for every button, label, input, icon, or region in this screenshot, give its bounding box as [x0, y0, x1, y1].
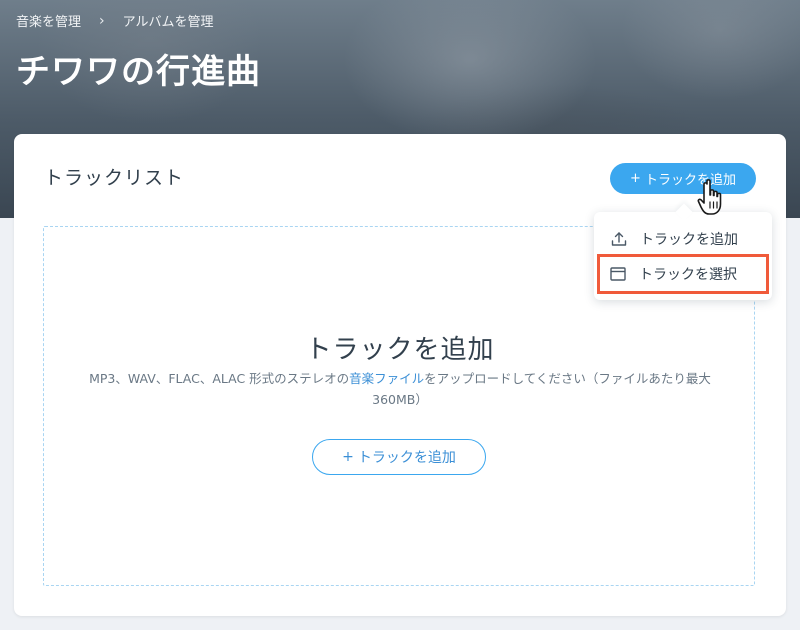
page-title: チワワの行進曲	[16, 52, 261, 92]
music-file-link[interactable]: 音楽ファイル	[349, 371, 424, 386]
drop-zone-desc-prefix: MP3、WAV、FLAC、ALAC 形式のステレオの	[89, 371, 350, 386]
drop-zone-desc-line2: 360MB）	[372, 392, 428, 407]
breadcrumb: 音楽を管理 › アルバムを管理	[16, 11, 214, 31]
menu-item-add-track-label: トラックを追加	[640, 232, 738, 248]
drop-zone-title: トラックを追加	[305, 335, 495, 365]
upload-icon	[610, 230, 628, 248]
add-track-dropdown-menu: トラックを追加 トラックを選択	[594, 212, 772, 300]
breadcrumb-item-manage-music[interactable]: 音楽を管理	[16, 11, 81, 30]
breadcrumb-item-manage-album[interactable]: アルバムを管理	[123, 11, 214, 30]
add-track-center-button-label: トラックを追加	[357, 450, 456, 466]
window-icon	[609, 265, 627, 283]
menu-item-add-track[interactable]: トラックを追加	[598, 221, 768, 257]
track-list-title: トラックリスト	[44, 167, 185, 189]
plus-icon: +	[342, 449, 354, 465]
add-track-button[interactable]: + トラックを追加	[610, 163, 756, 194]
add-track-center-button[interactable]: + トラックを追加	[312, 439, 486, 475]
breadcrumb-separator-icon: ›	[99, 12, 105, 29]
menu-item-select-track[interactable]: トラックを選択	[597, 254, 769, 294]
drop-zone-desc-suffix: をアップロードしてください（ファイルあたり最大	[424, 371, 711, 386]
plus-icon: +	[630, 171, 641, 186]
drop-zone-description: MP3、WAV、FLAC、ALAC 形式のステレオの音楽ファイルをアップロードし…	[50, 368, 750, 410]
track-list-card: トラックリスト + トラックを追加 トラックを追加 MP3、WAV、FLAC、A…	[14, 134, 786, 616]
menu-item-select-track-label: トラックを選択	[639, 267, 737, 283]
hand-cursor-icon	[697, 179, 722, 215]
